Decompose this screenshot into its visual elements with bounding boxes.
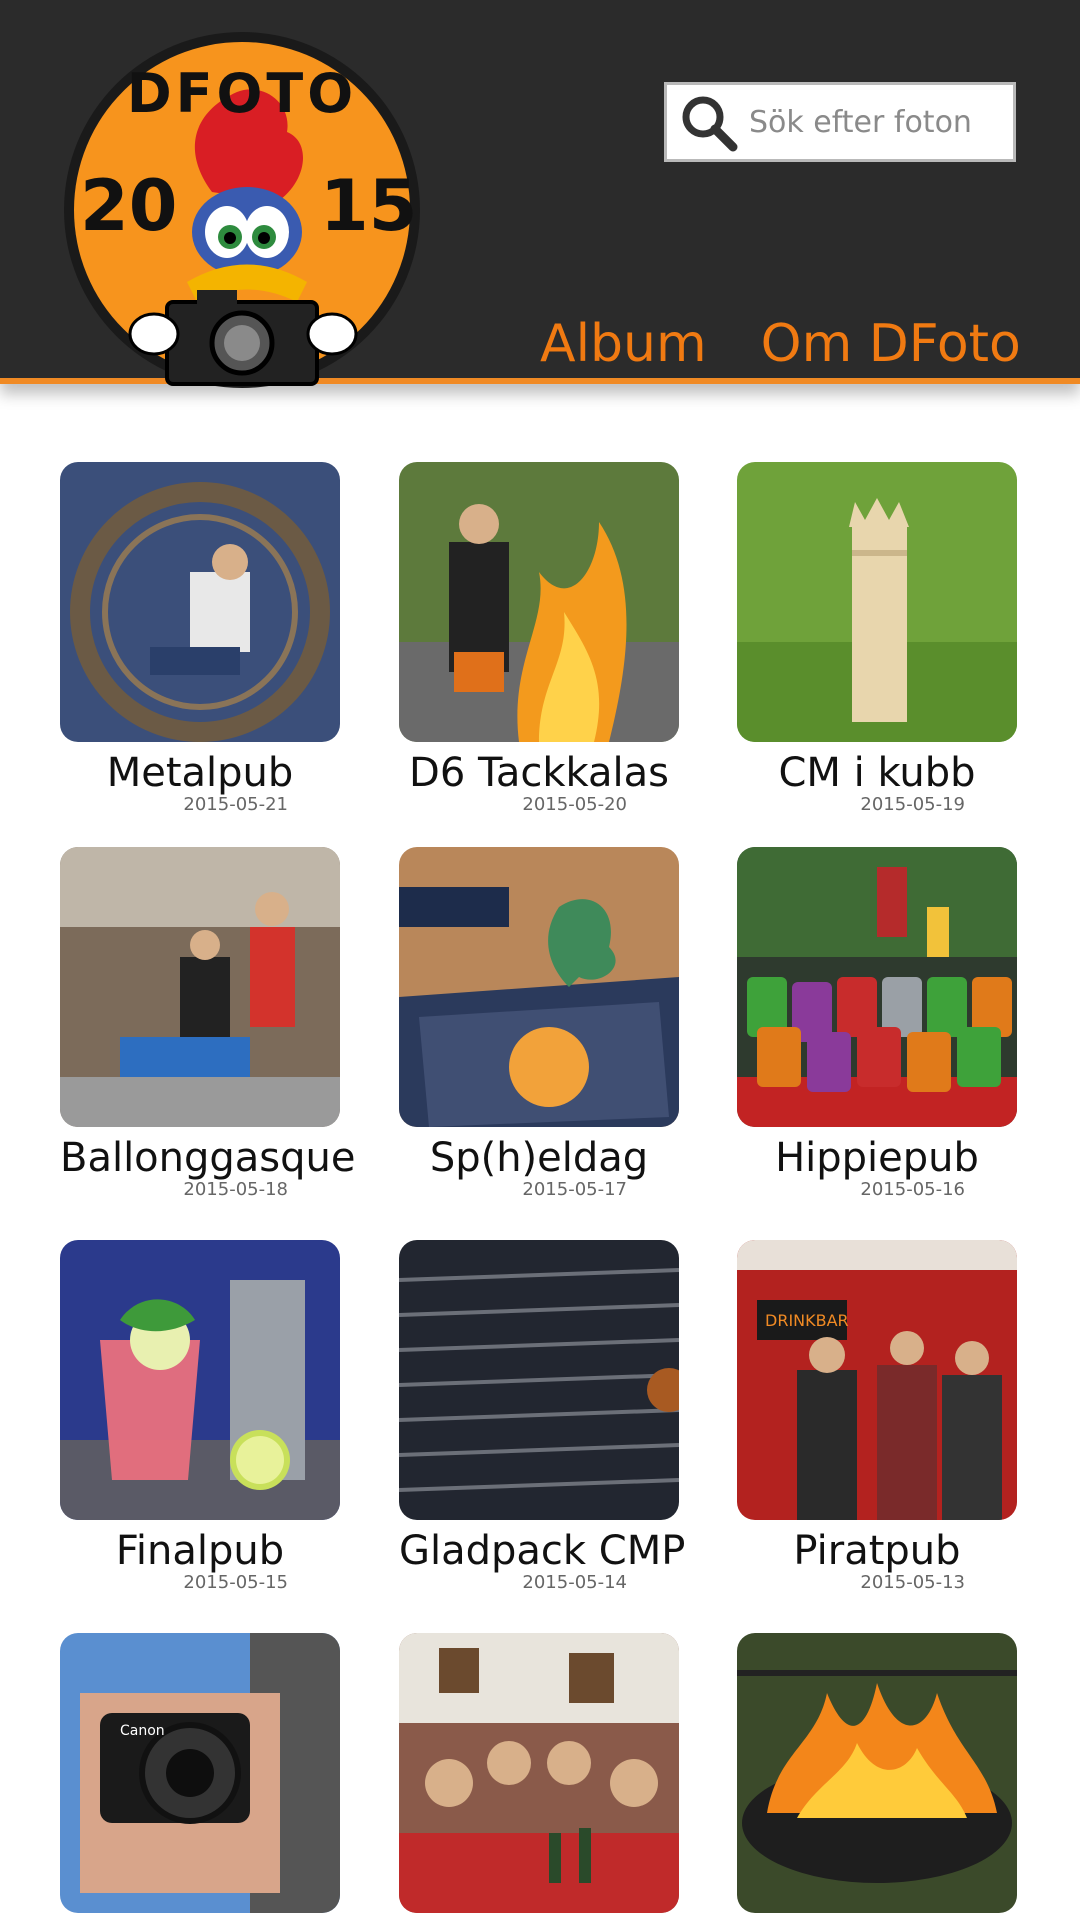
svg-text:Canon: Canon <box>120 1723 165 1739</box>
search-box[interactable] <box>664 82 1016 162</box>
album-date: 2015-05-19 <box>860 794 965 815</box>
dfoto-logo[interactable]: DFOTO 20 15 <box>62 32 430 400</box>
svg-text:DRINKBAR: DRINKBAR <box>765 1311 849 1330</box>
album-thumbnail[interactable] <box>60 847 340 1127</box>
album-thumbnail[interactable] <box>399 462 679 742</box>
logo-top-text: DFOTO <box>127 62 357 125</box>
album-title[interactable]: Piratpub <box>737 1528 1017 1574</box>
album-thumbnail[interactable] <box>399 1633 679 1913</box>
album-title[interactable]: CM i kubb <box>737 750 1017 796</box>
album-tile[interactable]: Canon <box>60 1633 340 1921</box>
logo-year-left: 20 <box>80 165 177 247</box>
search-icon[interactable] <box>675 89 741 155</box>
album-thumbnail[interactable]: DRINKBAR <box>737 1240 1017 1520</box>
album-thumbnail[interactable] <box>60 1240 340 1520</box>
album-date: 2015-05-21 <box>183 794 288 815</box>
album-thumbnail[interactable] <box>737 847 1017 1127</box>
album-date: 2015-05-14 <box>522 1572 627 1593</box>
nav-om-dfoto[interactable]: Om DFoto <box>761 318 1021 370</box>
album-tile[interactable]: Gladpack CMP 2015-05-14 <box>399 1240 685 1593</box>
album-title[interactable]: Metalpub <box>60 750 340 796</box>
album-thumbnail[interactable]: Canon <box>60 1633 340 1913</box>
album-date: 2015-05-18 <box>183 1179 288 1200</box>
album-thumbnail[interactable] <box>737 462 1017 742</box>
album-title[interactable]: Ballonggasque <box>60 1135 356 1181</box>
nav-album[interactable]: Album <box>540 318 707 370</box>
album-title[interactable]: Sp(h)eldag <box>399 1135 679 1181</box>
logo-year-right: 15 <box>320 165 417 247</box>
album-tile[interactable]: Finalpub 2015-05-15 <box>60 1240 340 1592</box>
album-tile[interactable]: Hippiepub 2015-05-16 <box>737 847 1017 1199</box>
album-date: 2015-05-16 <box>860 1179 965 1200</box>
album-title[interactable]: Hippiepub <box>737 1135 1017 1181</box>
album-tile[interactable]: Ballonggasque 2015-05-18 <box>60 847 356 1200</box>
main-nav: Album Om DFoto <box>540 318 1075 370</box>
album-tile[interactable]: DRINKBAR Piratpub 2015-05-13 <box>737 1240 1017 1592</box>
album-tile[interactable] <box>399 1633 679 1921</box>
album-title[interactable]: D6 Tackkalas <box>399 750 679 796</box>
album-date: 2015-05-17 <box>522 1179 627 1200</box>
album-tile[interactable]: CM i kubb 2015-05-19 <box>737 462 1017 814</box>
album-tile[interactable]: Metalpub 2015-05-21 <box>60 462 340 814</box>
album-thumbnail[interactable] <box>399 1240 679 1520</box>
album-date: 2015-05-13 <box>860 1572 965 1593</box>
album-thumbnail[interactable] <box>399 847 679 1127</box>
album-tile[interactable] <box>737 1633 1017 1921</box>
album-thumbnail[interactable] <box>737 1633 1017 1913</box>
search-input[interactable] <box>747 103 1011 141</box>
album-thumbnail[interactable] <box>60 462 340 742</box>
album-title[interactable]: Finalpub <box>60 1528 340 1574</box>
album-tile[interactable]: Sp(h)eldag 2015-05-17 <box>399 847 679 1199</box>
album-title[interactable]: Gladpack CMP <box>399 1528 685 1574</box>
album-date: 2015-05-15 <box>183 1572 288 1593</box>
album-date: 2015-05-20 <box>522 794 627 815</box>
album-tile[interactable]: D6 Tackkalas 2015-05-20 <box>399 462 679 814</box>
